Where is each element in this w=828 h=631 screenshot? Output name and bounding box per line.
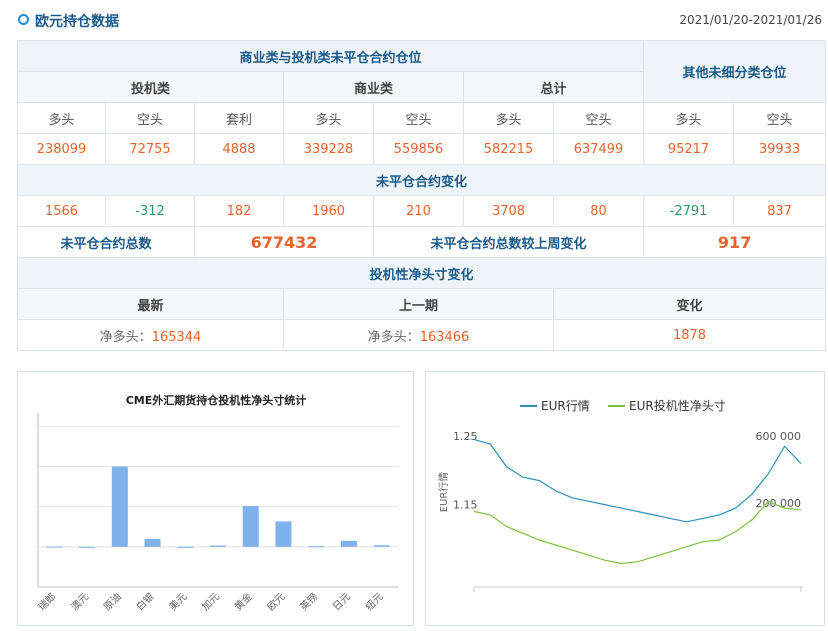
other-title: 其他未细分类仓位 [643,40,827,103]
page-title: 欧元持仓数据 [35,14,119,30]
bar [210,545,226,547]
value-cell: 238099 [17,133,106,165]
net-col-latest: 最新 [17,288,284,320]
date-range: 2021/01/20-2021/01/26 [679,13,822,27]
circle-icon [18,14,29,25]
bar-chart-panel: CME外汇期货持仓投机性净头寸统计 瑞郎 澳元 原油 白银 美元 加元 黄金 欧元 英镑 日元 纽元 [17,371,414,626]
col-header: 多头 [643,102,735,134]
net-latest-value: 165344 [151,329,202,345]
series-line-net [473,500,802,565]
value-cell: 39933 [733,133,827,165]
header: 欧元持仓数据 2021/01/20-2021/01/26 [0,0,828,40]
left-axis-label: EUR行情 [437,472,450,513]
group-speculative: 投机类 [17,71,284,103]
bar [111,466,128,547]
change-cell: 210 [373,195,464,227]
change-cell: -312 [105,195,195,227]
change-row: 1566 -312 182 1960 210 3708 80 -2791 837 [17,195,827,227]
change-cell: 80 [552,195,645,227]
net-latest-prefix: 净多头： [99,329,152,345]
bar [79,546,96,548]
series-line-eur [473,438,802,523]
weekchange-label: 未平仓合约总数较上周变化 [372,226,645,258]
x-tick-label: 欧元 [265,591,288,614]
x-tick-label: 纽元 [362,590,385,613]
value-cell: 95217 [643,133,735,165]
x-tick-label: 澳元 [68,590,91,613]
col-header: 空头 [373,102,464,134]
net-prev-cell: 净多头：163466 [283,319,554,351]
bar [340,540,357,547]
legend-eur-label[interactable]: EUR行情 [541,399,590,413]
net-title: 投机性净头寸变化 [16,257,827,289]
bar [144,538,161,547]
left-tick-label: 1.25 [453,430,478,443]
x-tick-label: 英镑 [297,590,320,613]
value-cell: 582215 [463,133,554,165]
x-tick-label: 原油 [101,590,124,613]
change-cell: 3708 [463,195,554,227]
x-tick-label: 日元 [331,591,353,613]
bar [242,506,259,547]
net-col-change: 变化 [552,288,827,320]
value-cell: 72755 [105,133,195,165]
positions-table: 商业类与投机类未平仓合约仓位 其他未细分类仓位 投机类 商业类 总计 多头 空头… [16,40,827,351]
col-header: 多头 [283,102,374,134]
bar-chart-title: CME外汇期货持仓投机性净头寸统计 [126,393,307,407]
net-change-value: 1878 [552,319,827,351]
weekchange-value: 917 [643,226,827,258]
group-commercial: 商业类 [283,71,464,103]
line-chart: EUR行情 EUR投机性净头寸 EUR行情 1.251.15600 000200… [437,398,803,592]
group-title: 商业类与投机类未平仓合约仓位 [16,40,645,72]
line-chart-panel: EUR行情 EUR投机性净头寸 EUR行情 1.25 1.15 600 000 200… [425,371,825,626]
bar-chart: CME外汇期货持仓投机性净头寸统计 瑞郎 澳元 原油 白银 美元 加元 黄金 欧元 英镑 日元 纽元 [35,393,398,614]
group-total: 总计 [462,71,645,103]
value-row: 238099 72755 4888 339228 559856 582215 6… [17,133,827,165]
x-tick-label: 加元 [199,591,222,614]
value-cell: 637499 [552,133,645,165]
bar [46,546,63,548]
col-header: 空头 [105,102,195,134]
column-header-row: 多头 空头 套利 多头 空头 多头 空头 多头 空头 [17,102,827,134]
bar [177,546,194,548]
change-cell: -2791 [643,195,735,227]
col-header: 套利 [194,102,284,134]
value-cell: 559856 [373,133,464,165]
change-cell: 182 [194,195,284,227]
bar [275,521,292,547]
left-tick-label: 1.15 [453,499,478,512]
change-cell: 1960 [283,195,374,227]
total-label: 未平仓合约总数 [17,226,195,258]
net-latest-cell: 净多头：165344 [17,319,284,351]
col-header: 多头 [463,102,554,134]
right-tick-label: 600 000 [756,430,802,443]
bar [308,546,325,548]
bar [373,545,390,547]
x-tick-label: 美元 [166,590,189,613]
col-header: 空头 [733,102,827,134]
change-title: 未平仓合约变化 [16,164,827,196]
net-prev-value: 163466 [419,329,470,345]
value-cell: 339228 [283,133,374,165]
x-tick-label: 瑞郎 [35,590,58,613]
legend-net-label[interactable]: EUR投机性净头寸 [629,398,726,413]
x-tick-label: 白银 [133,590,156,613]
net-col-prev: 上一期 [283,288,554,320]
col-header: 空头 [552,102,645,134]
change-cell: 1566 [17,195,106,227]
x-tick-label: 黄金 [232,590,255,613]
value-cell: 4888 [194,133,284,165]
net-prev-prefix: 净多头： [367,329,420,345]
col-header: 多头 [17,102,106,134]
total-value: 677432 [194,226,374,258]
change-cell: 837 [733,195,827,227]
